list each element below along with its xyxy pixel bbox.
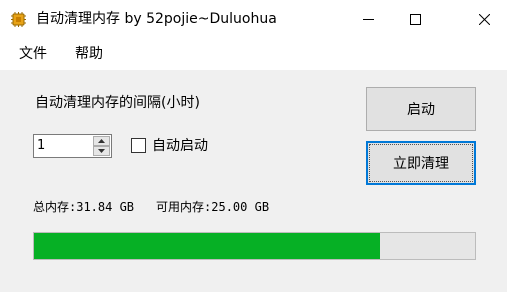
close-button[interactable] bbox=[461, 0, 507, 38]
maximize-icon bbox=[409, 13, 421, 25]
stepper-down-button[interactable] bbox=[93, 146, 110, 156]
auto-start-label[interactable]: 自动启动 bbox=[152, 137, 208, 155]
arrow-up-icon bbox=[98, 139, 105, 143]
chip-app-icon bbox=[11, 12, 26, 27]
arrow-down-icon bbox=[98, 149, 105, 153]
start-button-label: 启动 bbox=[407, 102, 435, 118]
focus-rect bbox=[369, 144, 473, 182]
menu-help[interactable]: 帮助 bbox=[75, 45, 103, 63]
memory-stats: 总内存:31.84 GB 可用内存:25.00 GB bbox=[33, 199, 269, 215]
interval-value[interactable]: 1 bbox=[37, 138, 45, 154]
interval-label: 自动清理内存的间隔(小时) bbox=[35, 95, 200, 111]
title-bar[interactable]: 自动清理内存 by 52pojie~Duluohua bbox=[0, 0, 507, 38]
minimize-button[interactable] bbox=[345, 0, 391, 38]
maximize-button[interactable] bbox=[392, 0, 438, 38]
available-memory: 可用内存:25.00 GB bbox=[156, 200, 270, 214]
clean-now-button[interactable]: 立即清理 bbox=[366, 141, 476, 185]
stepper-buttons bbox=[93, 136, 110, 156]
start-button[interactable]: 启动 bbox=[366, 87, 476, 131]
window-title: 自动清理内存 by 52pojie~Duluohua bbox=[36, 11, 277, 27]
memory-progress-bar bbox=[33, 232, 476, 260]
total-memory: 总内存:31.84 GB bbox=[33, 200, 135, 214]
menu-bar: 文件 帮助 bbox=[0, 38, 507, 70]
stepper-up-button[interactable] bbox=[93, 136, 110, 146]
memory-progress-fill bbox=[34, 233, 381, 259]
menu-file[interactable]: 文件 bbox=[19, 45, 47, 63]
interval-stepper[interactable]: 1 bbox=[33, 134, 112, 158]
close-icon bbox=[478, 13, 490, 25]
minimize-icon bbox=[362, 18, 374, 20]
main-panel: 自动清理内存的间隔(小时) 1 自动启动 启动 立即清理 总内存:31.84 G… bbox=[0, 70, 507, 292]
auto-start-checkbox[interactable] bbox=[131, 138, 146, 153]
